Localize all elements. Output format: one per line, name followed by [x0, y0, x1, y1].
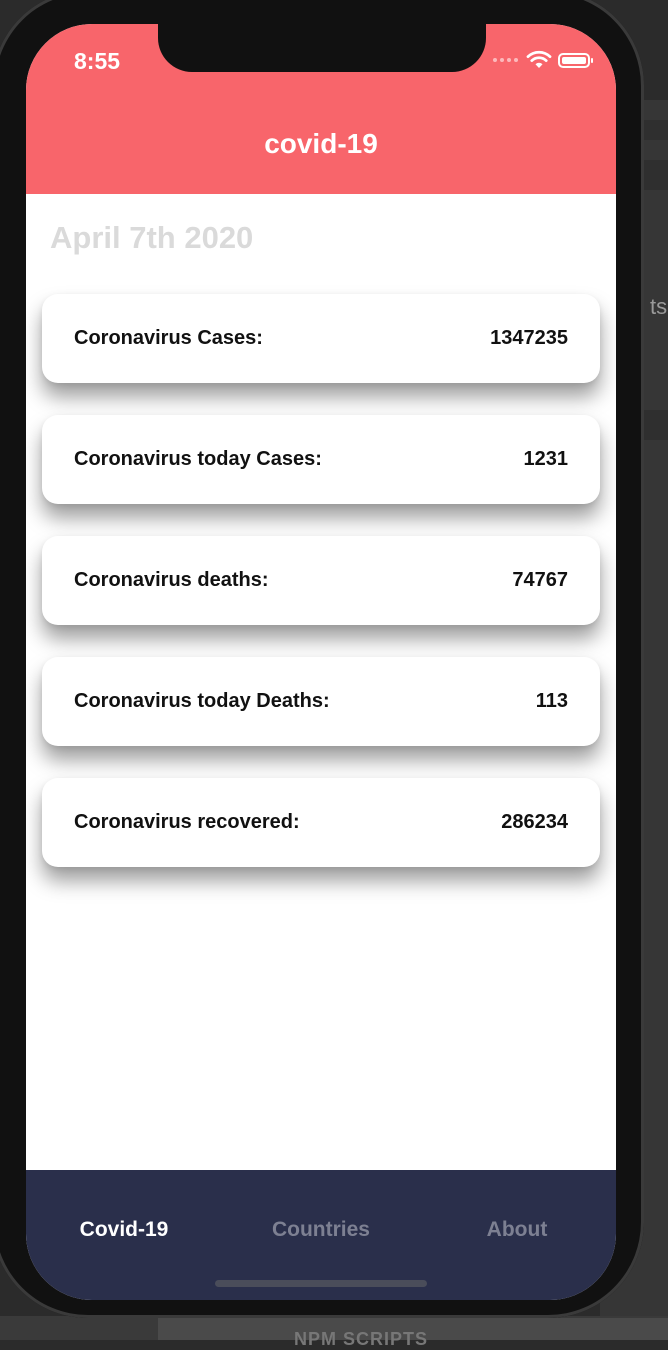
- stat-value: 1347235: [490, 327, 568, 349]
- date-heading: April 7th 2020: [50, 220, 254, 255]
- stat-card-deaths: Coronavirus deaths: 74767: [42, 536, 600, 625]
- cellular-signal-icon: [493, 58, 518, 62]
- stat-label: Coronavirus today Cases:: [74, 448, 322, 470]
- header: 8:55 covid-19: [26, 24, 616, 194]
- stat-value: 74767: [512, 569, 568, 591]
- status-time: 8:55: [74, 48, 121, 74]
- phone-notch: [158, 24, 486, 72]
- stat-value: 286234: [501, 811, 568, 833]
- stat-label: Coronavirus deaths:: [74, 569, 269, 591]
- battery-icon: [558, 52, 593, 68]
- stat-label: Coronavirus today Deaths:: [74, 690, 330, 712]
- tab-bar: Covid-19 Countries About: [26, 1170, 616, 1300]
- tab-about[interactable]: About: [419, 1218, 615, 1242]
- stat-card-cases: Coronavirus Cases: 1347235: [42, 294, 600, 383]
- phone-screen: 8:55 covid-19 April 7th 2020 Coronavirus…: [26, 24, 616, 1300]
- stat-label: Coronavirus recovered:: [74, 811, 300, 833]
- stat-card-today-deaths: Coronavirus today Deaths: 113: [42, 657, 600, 746]
- stat-value: 1231: [523, 448, 569, 470]
- home-indicator[interactable]: [215, 1280, 427, 1287]
- stat-card-today-cases: Coronavirus today Cases: 1231: [42, 415, 600, 504]
- page-title: covid-19: [264, 128, 378, 159]
- stat-card-recovered: Coronavirus recovered: 286234: [42, 778, 600, 867]
- background-side-text: ts: [650, 294, 668, 319]
- stat-value: 113: [535, 690, 568, 712]
- tab-covid-19[interactable]: Covid-19: [26, 1218, 222, 1242]
- stat-label: Coronavirus Cases:: [74, 327, 263, 349]
- wifi-icon: [526, 50, 552, 68]
- status-icons: [493, 50, 593, 70]
- tab-countries[interactable]: Countries: [223, 1218, 419, 1242]
